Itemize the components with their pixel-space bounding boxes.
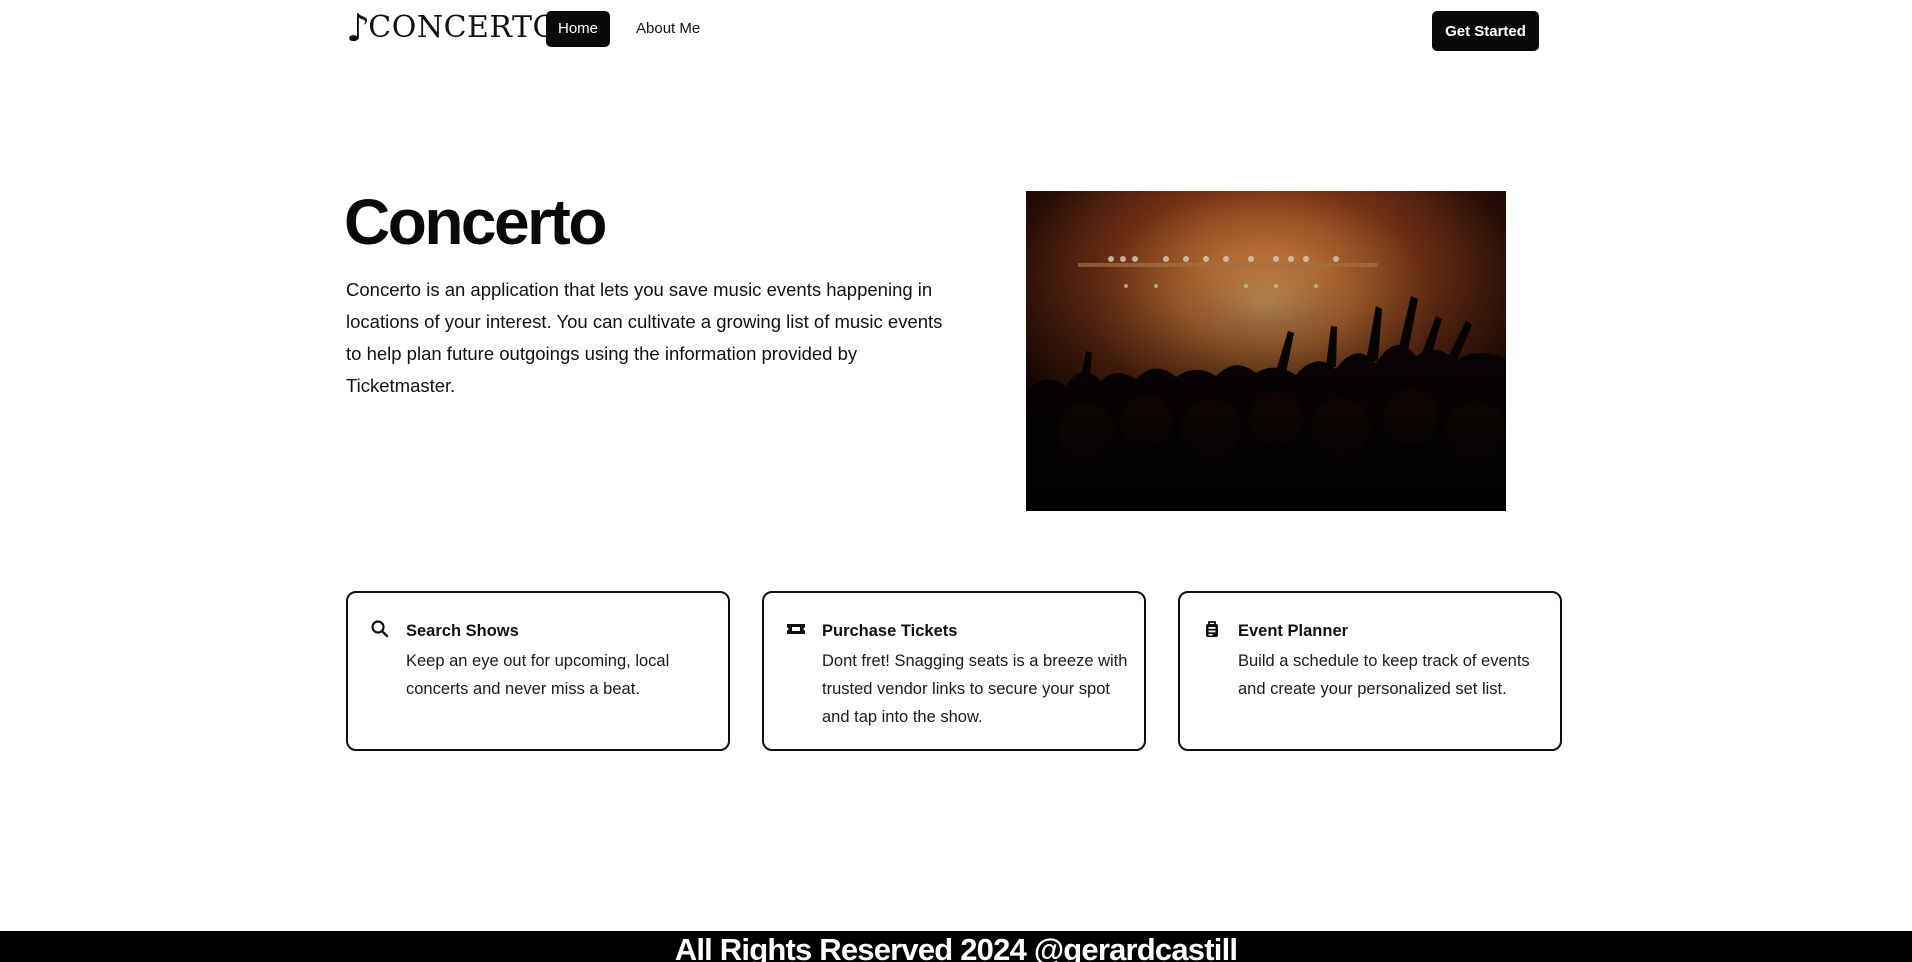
feature-title: Purchase Tickets [822, 622, 958, 640]
feature-card-planner: Event Planner Build a schedule to keep t… [1178, 591, 1562, 751]
feature-title: Search Shows [406, 622, 519, 640]
hero-title: Concerto [344, 186, 607, 258]
hero-description: Concerto is an application that lets you… [346, 279, 943, 396]
concert-image [1026, 191, 1506, 511]
footer-copyright: All Rights Reserved 2024 @gerardcastill [674, 932, 1238, 962]
feature-description: Keep an eye out for upcoming, local conc… [406, 652, 670, 698]
feature-card-tickets: Purchase Tickets Dont fret! Snagging sea… [762, 591, 1146, 751]
nav-links: Home About Me [546, 11, 712, 47]
logo-text: CONCERTO [368, 10, 558, 45]
feature-card-search: Search Shows Keep an eye out for upcomin… [346, 591, 730, 751]
feature-title: Event Planner [1238, 622, 1349, 640]
get-started-button[interactable]: Get Started [1432, 11, 1539, 51]
footer: All Rights Reserved 2024 @gerardcastill [0, 931, 1912, 962]
navbar: ♪ CONCERTO Home About Me Get Started [0, 0, 1912, 64]
feature-description: Build a schedule to keep track of events… [1238, 652, 1530, 698]
nav-home-link[interactable]: Home [546, 11, 611, 47]
search-icon [370, 619, 390, 639]
logo[interactable]: ♪ CONCERTO [346, 8, 558, 48]
nav-about-link[interactable]: About Me [624, 11, 712, 47]
ticket-icon [786, 619, 806, 639]
music-note-icon: ♪ [346, 6, 371, 50]
feature-description: Dont fret! Snagging seats is a breeze wi… [822, 652, 1128, 726]
planner-icon [1202, 619, 1222, 639]
